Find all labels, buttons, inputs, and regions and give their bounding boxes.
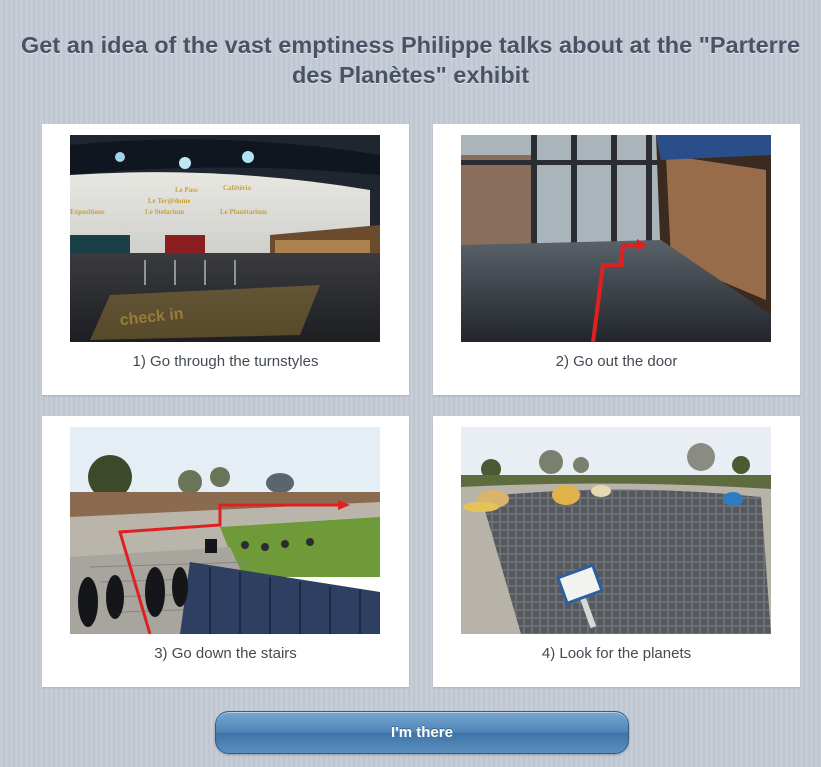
- exit-door-photo: [461, 135, 771, 342]
- sign-expositions: Expositions: [70, 208, 105, 216]
- step-caption-4: 4) Look for the planets: [541, 645, 692, 662]
- step-caption-2: 2) Go out the door: [555, 353, 678, 370]
- outdoor-stairs-photo: [70, 427, 380, 634]
- sign-cafeteria: Cafétéria: [223, 184, 251, 192]
- planet-garden-photo: [461, 427, 771, 634]
- sign-planetarium: Le Planétarium: [220, 208, 267, 216]
- sign-stelarium: Le Stelarium: [145, 208, 184, 216]
- step-caption-1: 1) Go through the turnstyles: [132, 353, 319, 370]
- step-card-1: Le Pass Cafétéria Le Ter@dome Le Stelari…: [42, 124, 409, 395]
- step-card-3: 3) Go down the stairs: [42, 416, 409, 687]
- sign-pass: Le Pass: [175, 186, 198, 194]
- im-there-button[interactable]: I'm there: [215, 711, 629, 754]
- sign-terradome: Le Ter@dome: [148, 197, 190, 205]
- step-card-2: 2) Go out the door: [433, 124, 800, 395]
- step-card-4: 4) Look for the planets: [433, 416, 800, 687]
- step-caption-3: 3) Go down the stairs: [154, 645, 297, 662]
- lobby-turnstiles-photo: Le Pass Cafétéria Le Ter@dome Le Stelari…: [70, 135, 380, 342]
- page-title: Get an idea of the vast emptiness Philip…: [20, 32, 801, 88]
